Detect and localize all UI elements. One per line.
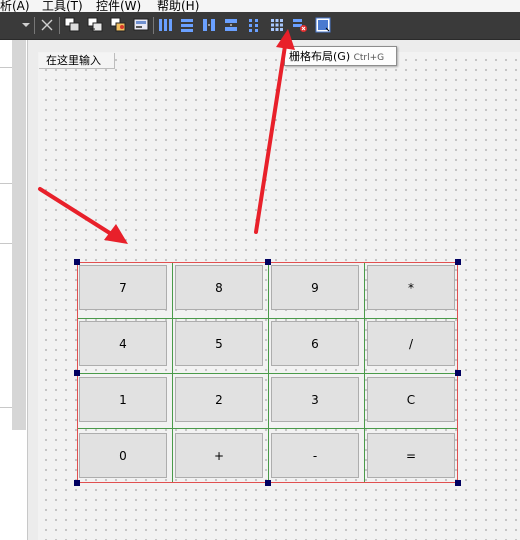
calc-button-plus[interactable]: +	[175, 433, 263, 478]
edit-widgets-icon[interactable]	[63, 16, 81, 34]
calc-button-7[interactable]: 7	[79, 265, 167, 310]
grid-row-divider	[78, 428, 457, 429]
form-layout-icon[interactable]	[245, 16, 263, 34]
horizontal-layout-icon[interactable]	[156, 16, 174, 34]
selection-handle[interactable]	[265, 259, 271, 265]
adjust-size-icon[interactable]	[314, 16, 332, 34]
edit-buddies-icon[interactable]	[109, 16, 127, 34]
vertical-layout-icon[interactable]	[178, 16, 196, 34]
calc-button-0[interactable]: 0	[79, 433, 167, 478]
calc-button-3[interactable]: 3	[271, 377, 359, 422]
dropdown-arrow-icon[interactable]	[20, 16, 32, 34]
calc-button-6[interactable]: 6	[271, 321, 359, 366]
left-panel-scrollbar[interactable]	[12, 40, 26, 430]
break-layout-icon[interactable]	[38, 16, 56, 34]
menu-widgets[interactable]: 控件(W)	[96, 0, 141, 12]
selection-handle[interactable]	[455, 259, 461, 265]
calc-button-9[interactable]: 9	[271, 265, 359, 310]
menu-bar: 析(A) 工具(T) 控件(W) 帮助(H)	[0, 0, 520, 12]
calc-button-1[interactable]: 1	[79, 377, 167, 422]
calc-button-2[interactable]: 2	[175, 377, 263, 422]
form-editor-toolbar	[0, 12, 520, 40]
form-title-tab[interactable]: 在这里输入	[39, 53, 115, 69]
calc-button-8[interactable]: 8	[175, 265, 263, 310]
edit-tab-order-icon[interactable]	[132, 16, 150, 34]
menu-analyze[interactable]: 析(A)	[0, 0, 30, 12]
tooltip-shortcut: Ctrl+G	[353, 53, 385, 63]
calc-button-clear[interactable]: C	[367, 377, 455, 422]
tooltip-label: 栅格布局(G)	[289, 50, 351, 63]
selection-handle[interactable]	[455, 480, 461, 486]
selection-handle[interactable]	[265, 480, 271, 486]
calc-button-5[interactable]: 5	[175, 321, 263, 366]
calc-button-equals[interactable]: =	[367, 433, 455, 478]
calc-button-multiply[interactable]: *	[367, 265, 455, 310]
menu-tools[interactable]: 工具(T)	[42, 0, 83, 12]
grid-row-divider	[78, 373, 457, 374]
calc-button-minus[interactable]: -	[271, 433, 359, 478]
grid-layout-icon[interactable]	[268, 16, 286, 34]
selection-handle[interactable]	[74, 480, 80, 486]
menu-help[interactable]: 帮助(H)	[157, 0, 199, 12]
vertical-splitter-icon[interactable]	[222, 16, 240, 34]
toolbar-separator	[59, 17, 60, 34]
grid-row-divider	[78, 318, 457, 319]
calc-button-divide[interactable]: /	[367, 321, 455, 366]
toolbar-separator	[34, 17, 35, 34]
break-layout-red-icon[interactable]	[291, 16, 309, 34]
edit-signals-slots-icon[interactable]	[86, 16, 104, 34]
selection-handle[interactable]	[74, 259, 80, 265]
calc-button-4[interactable]: 4	[79, 321, 167, 366]
horizontal-splitter-icon[interactable]	[200, 16, 218, 34]
selection-handle[interactable]	[74, 370, 80, 376]
grid-layout-tooltip: 栅格布局(G) Ctrl+G	[284, 46, 397, 66]
selection-handle[interactable]	[455, 370, 461, 376]
toolbar-separator	[153, 17, 154, 34]
